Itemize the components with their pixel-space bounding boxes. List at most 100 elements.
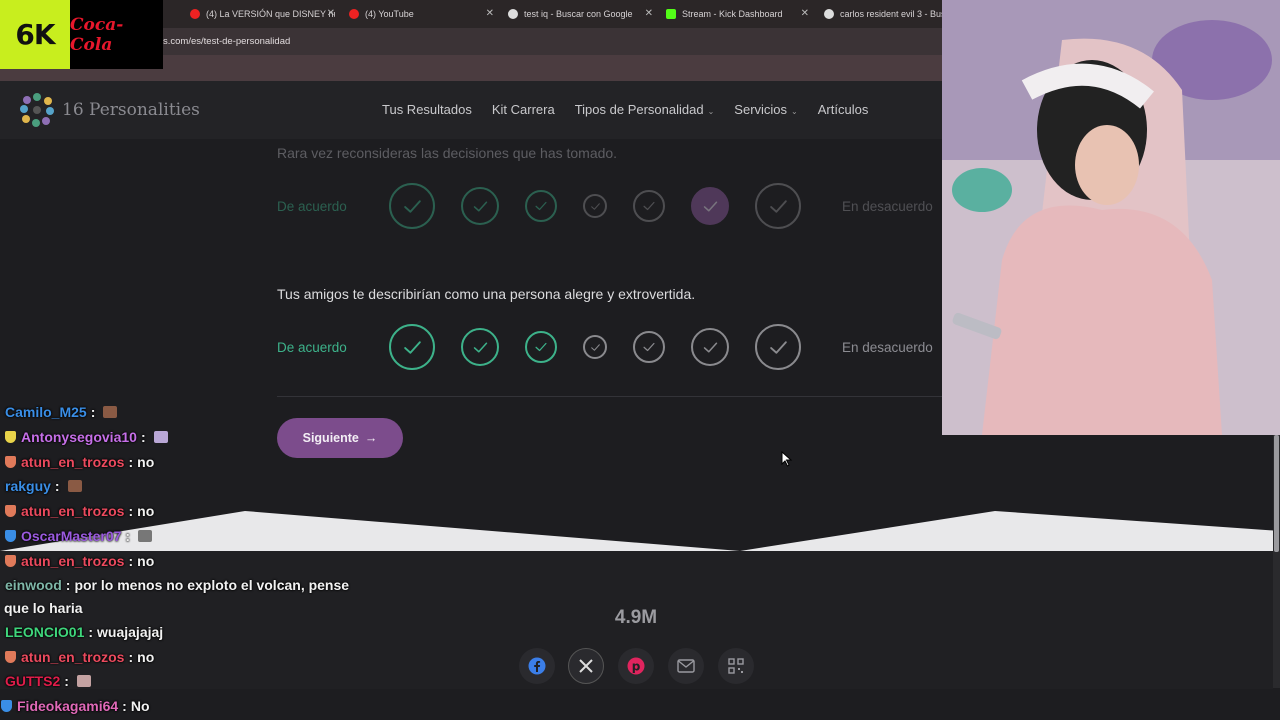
tab-google-search-2[interactable]: carlos resident evil 3 - Buscar <box>824 5 942 23</box>
chat-message-continuation: que lo haria <box>4 600 83 616</box>
chat-username[interactable]: Camilo_M25 <box>5 404 87 420</box>
chat-username[interactable]: atun_en_trozos <box>21 553 124 569</box>
divider <box>277 396 942 397</box>
close-icon[interactable]: ✕ <box>645 8 653 19</box>
nav-servicios[interactable]: Servicios ⌄ <box>734 102 797 117</box>
chat-text: No <box>130 698 150 714</box>
chat-username[interactable]: OscarMaster07 <box>21 528 121 544</box>
chat-text: wuajajajaj <box>97 624 164 640</box>
chat-message: atun_en_trozos: no <box>5 454 154 470</box>
disagree-label: En desacuerdo <box>842 199 933 214</box>
chat-separator: : <box>128 454 134 470</box>
scrollbar-thumb[interactable] <box>1274 435 1279 552</box>
stream-screen: (4) La VERSIÓN que DISNEY nu ✕ (4) YouTu… <box>0 0 1280 720</box>
tab-kick-dashboard[interactable]: Stream - Kick Dashboard ✕ <box>666 5 809 23</box>
chat-message: LEONCIO01: wuajajajaj <box>5 624 163 640</box>
chevron-down-icon: ⌄ <box>707 107 715 116</box>
chat-message: atun_en_trozos: no <box>5 649 154 665</box>
chat-badge-icon <box>5 555 16 567</box>
answer-option-7[interactable] <box>755 183 801 229</box>
qr-code-icon[interactable] <box>718 648 754 684</box>
tab-label: (4) YouTube <box>365 9 414 19</box>
chat-username[interactable]: GUTTS2 <box>5 673 60 689</box>
answer-option-5[interactable] <box>633 190 665 222</box>
chat-separator: : <box>90 404 96 420</box>
tab-google-search[interactable]: test iq - Buscar con Google ✕ <box>508 5 653 23</box>
chat-message: atun_en_trozos: no <box>5 503 154 519</box>
chat-emote-icon <box>153 431 168 443</box>
chat-emote-icon <box>76 675 91 687</box>
chat-separator: : <box>54 478 60 494</box>
streamer-silhouette <box>942 0 1280 435</box>
chat-message: GUTTS2: <box>5 673 91 689</box>
kick-icon <box>666 9 676 19</box>
answer-option-1[interactable] <box>389 324 435 370</box>
chat-username[interactable]: einwood <box>5 577 62 593</box>
chat-separator: : <box>88 624 94 640</box>
chat-separator: : <box>140 429 146 445</box>
tab-label: test iq - Buscar con Google <box>524 9 633 19</box>
chat-text: no <box>137 454 155 470</box>
nav-tus-resultados[interactable]: Tus Resultados <box>382 102 472 117</box>
chat-username[interactable]: rakguy <box>5 478 51 494</box>
chat-message: Antonysegovia10: <box>5 429 168 445</box>
chat-text: no <box>137 553 155 569</box>
chat-message: Camilo_M25: <box>5 404 118 420</box>
answer-option-1[interactable] <box>389 183 435 229</box>
mouse-cursor-icon <box>781 451 793 467</box>
google-icon <box>508 9 518 19</box>
nav-tipos-de-personalidad[interactable]: Tipos de Personalidad ⌄ <box>575 102 715 117</box>
main-nav: Tus Resultados Kit Carrera Tipos de Pers… <box>382 102 868 117</box>
chat-username[interactable]: atun_en_trozos <box>21 454 124 470</box>
disagree-label: En desacuerdo <box>842 340 933 355</box>
chat-emote-icon <box>67 480 82 492</box>
close-icon[interactable]: ✕ <box>801 8 809 19</box>
x-icon[interactable] <box>568 648 604 684</box>
chat-badge-icon <box>5 431 16 443</box>
share-count: 4.9M <box>614 607 658 628</box>
page-scrollbar[interactable] <box>1273 435 1280 688</box>
answer-option-6[interactable] <box>691 328 729 366</box>
tab-label: Stream - Kick Dashboard <box>682 9 783 19</box>
facebook-icon[interactable] <box>519 648 555 684</box>
answer-option-7[interactable] <box>755 324 801 370</box>
chat-badge-icon <box>5 456 16 468</box>
answer-option-5[interactable] <box>633 331 665 363</box>
tab-youtube[interactable]: (4) YouTube ✕ <box>349 5 494 23</box>
chat-badge-icon <box>5 651 16 663</box>
chat-separator: : <box>128 553 134 569</box>
webcam-feed <box>942 0 1280 435</box>
tab-label: carlos resident evil 3 - Buscar <box>840 9 942 19</box>
google-icon <box>824 9 834 19</box>
chat-badge-icon <box>1 700 12 712</box>
answer-option-6[interactable] <box>691 187 729 225</box>
chat-username[interactable]: LEONCIO01 <box>5 624 84 640</box>
answer-option-4[interactable] <box>583 335 607 359</box>
answer-option-3[interactable] <box>525 331 557 363</box>
chat-message: atun_en_trozos: no <box>5 553 154 569</box>
stream-chat: Camilo_M25: Antonysegovia10: atun_en_trozo… <box>0 0 360 720</box>
nav-articulos[interactable]: Artículos <box>818 102 869 117</box>
pinterest-icon[interactable]: p <box>618 648 654 684</box>
chat-username[interactable]: atun_en_trozos <box>21 503 124 519</box>
chat-separator: : <box>128 649 134 665</box>
nav-kit-carrera[interactable]: Kit Carrera <box>492 102 555 117</box>
chat-message: rakguy: <box>5 478 82 494</box>
chat-separator: : <box>125 528 131 544</box>
chat-username[interactable]: atun_en_trozos <box>21 649 124 665</box>
answer-option-4[interactable] <box>583 194 607 218</box>
close-icon[interactable]: ✕ <box>486 8 494 19</box>
svg-text:p: p <box>632 660 641 674</box>
chat-username[interactable]: Fideokagami64 <box>17 698 118 714</box>
chat-separator: : <box>64 673 69 689</box>
email-icon[interactable] <box>668 648 704 684</box>
chat-badge-icon <box>5 505 16 517</box>
chat-separator: : <box>128 503 134 519</box>
chat-badge-icon <box>5 530 16 542</box>
chat-username[interactable]: Antonysegovia10 <box>21 429 137 445</box>
answer-option-2[interactable] <box>461 328 499 366</box>
answer-option-3[interactable] <box>525 190 557 222</box>
answer-option-2[interactable] <box>461 187 499 225</box>
chat-separator: : <box>65 577 71 593</box>
chat-message: Fideokagami64: No <box>1 698 150 714</box>
